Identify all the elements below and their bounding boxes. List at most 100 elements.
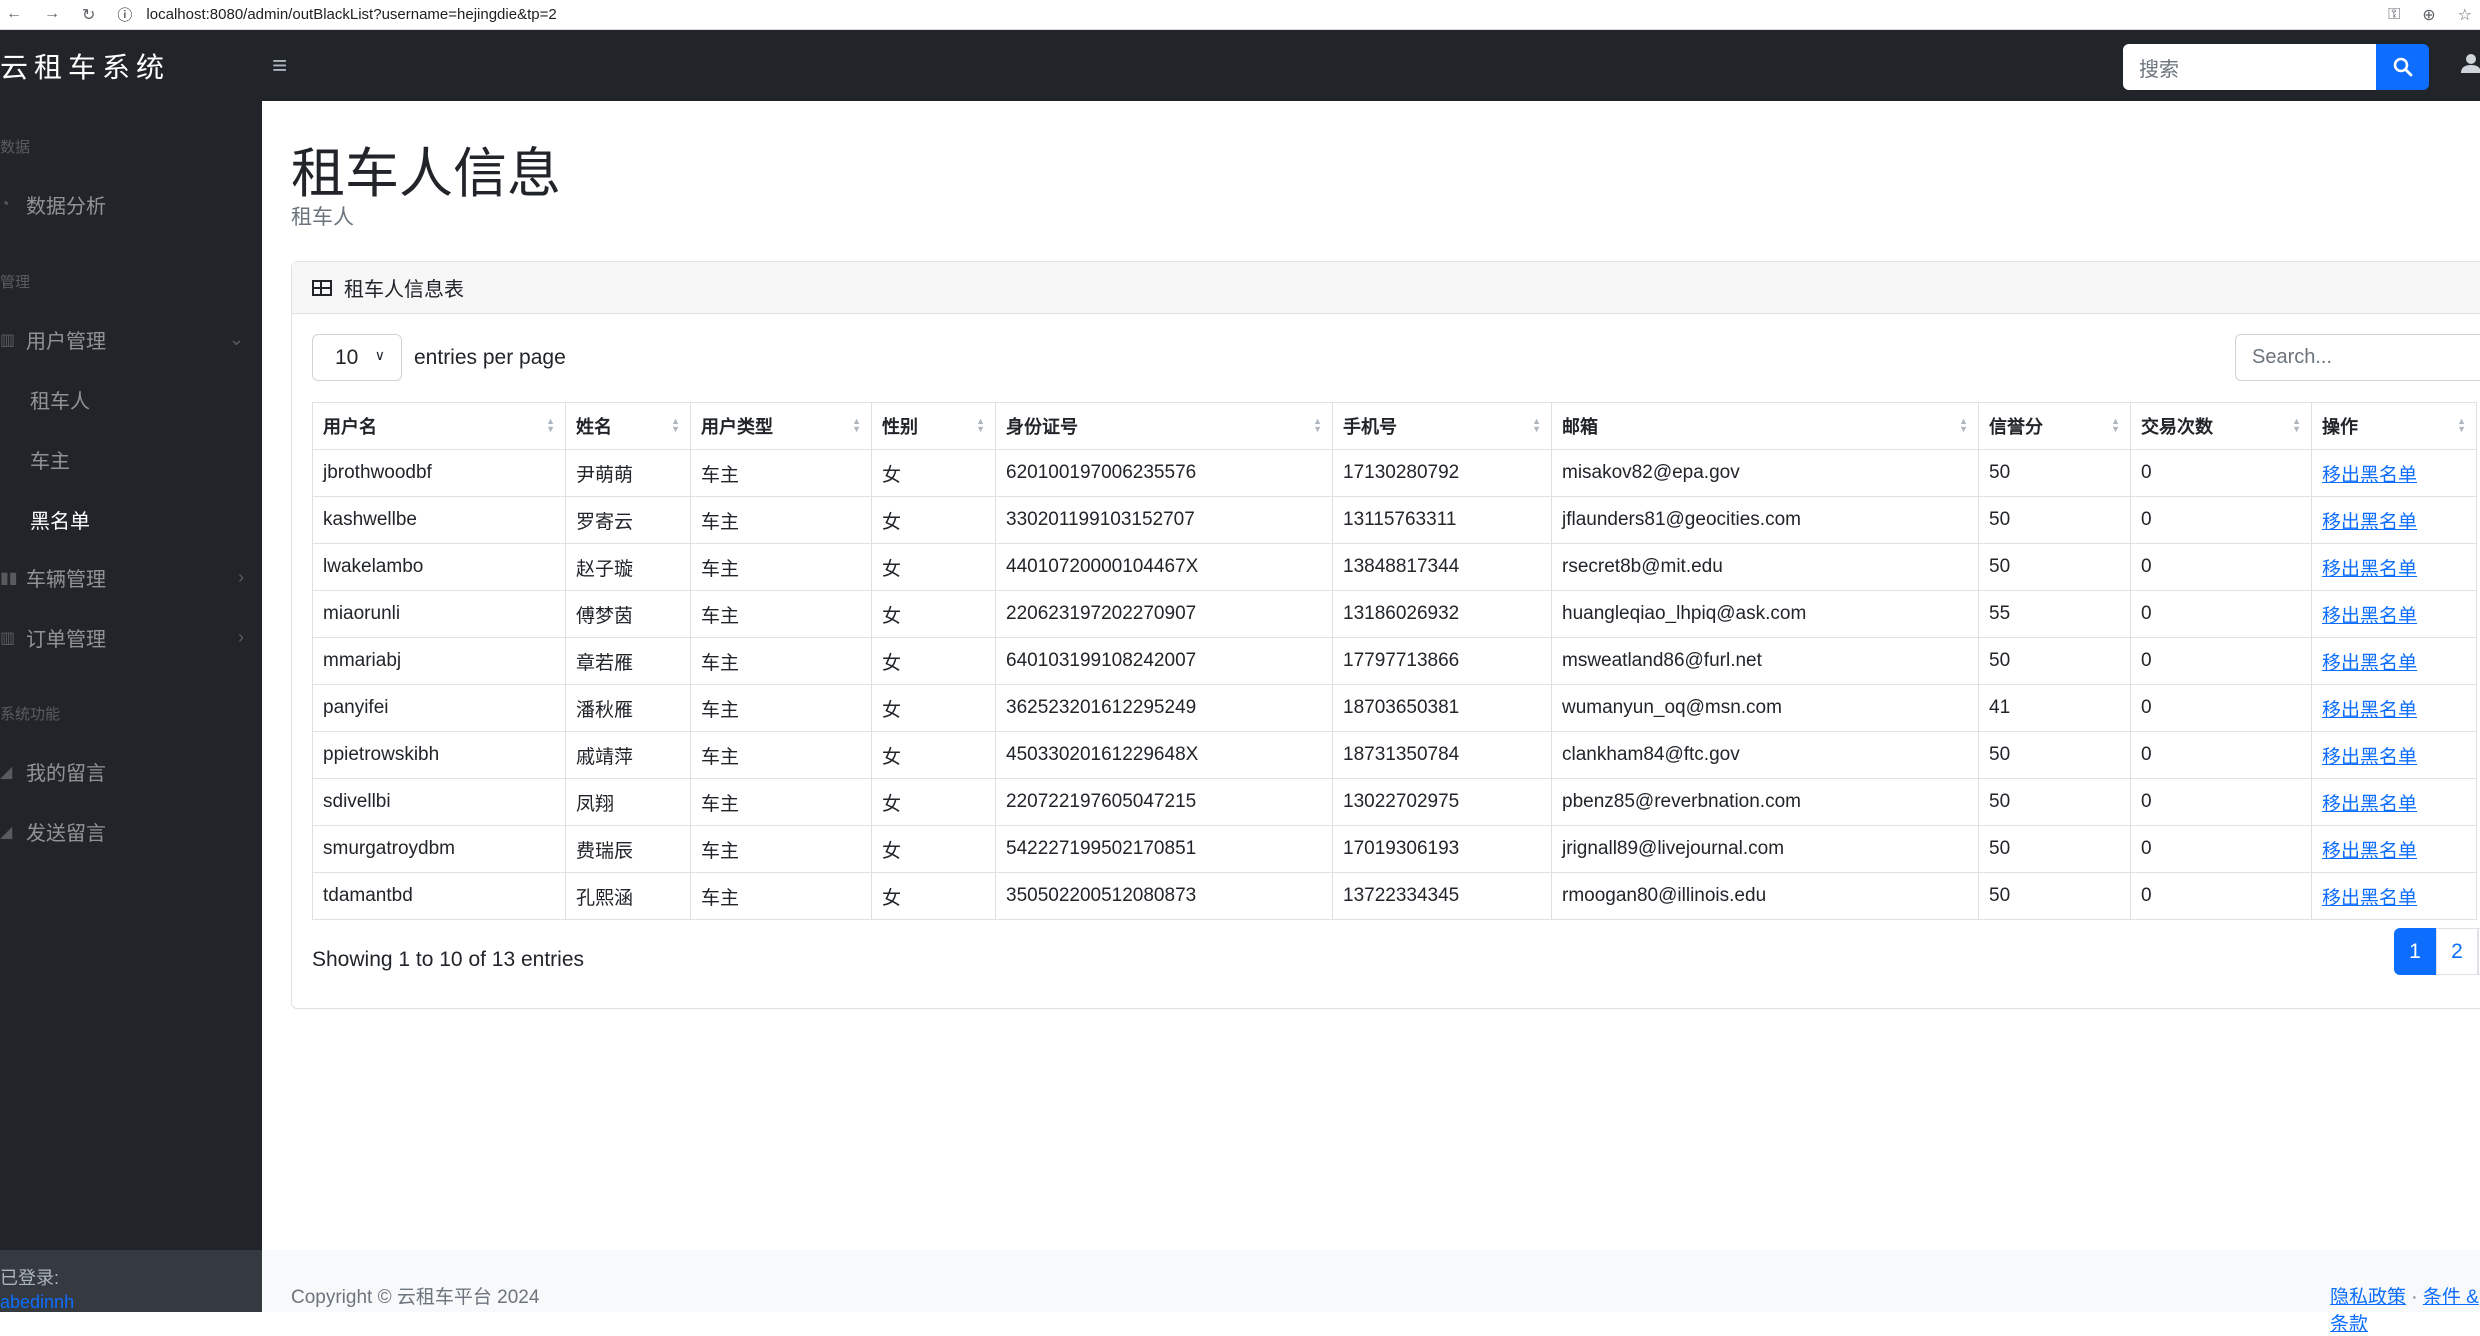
column-header[interactable]: 身份证号 ▲ ▼ bbox=[995, 402, 1333, 450]
column-header[interactable]: 操作 ▲ ▼ bbox=[2311, 402, 2477, 450]
remove-from-blacklist-link[interactable]: 移出黑名单 bbox=[2322, 747, 2417, 768]
table-cell: 50 bbox=[1978, 637, 2131, 685]
remove-from-blacklist-link[interactable]: 移出黑名单 bbox=[2322, 794, 2417, 815]
sort-icon: ▲ ▼ bbox=[852, 416, 861, 434]
zoom-icon[interactable]: ⊕ bbox=[2422, 5, 2435, 25]
logged-in-username[interactable]: abedinnh bbox=[0, 1292, 262, 1313]
sidebar-item-label: 发送留言 bbox=[26, 823, 106, 845]
address-bar[interactable]: ⓘ localhost:8080/admin/outBlackList?user… bbox=[117, 4, 556, 25]
remove-from-blacklist-link[interactable]: 移出黑名单 bbox=[2322, 512, 2417, 533]
back-icon[interactable]: ← bbox=[6, 5, 22, 25]
chevron-down-icon: ⌄ bbox=[228, 329, 244, 349]
remove-from-blacklist-link[interactable]: 移出黑名单 bbox=[2322, 700, 2417, 721]
chevron-down-icon: ∨ bbox=[374, 347, 385, 363]
table-cell: 女 bbox=[871, 496, 996, 544]
table-cell: 女 bbox=[871, 731, 996, 779]
column-header[interactable]: 用户名 ▲ ▼ bbox=[312, 402, 566, 450]
sidebar-item-label: 我的留言 bbox=[26, 763, 106, 785]
table-cell: 车主 bbox=[690, 684, 872, 732]
table-cell: lwakelambo bbox=[312, 543, 566, 591]
key-icon[interactable]: ⚿ bbox=[2388, 6, 2400, 24]
column-header[interactable]: 性别 ▲ ▼ bbox=[871, 402, 996, 450]
table-cell: 350502200512080873 bbox=[995, 872, 1333, 920]
entries-per-page-select[interactable]: 10 ∨ bbox=[312, 334, 402, 381]
sidebar-item-user-management[interactable]: ▥ 用户管理 ⌄ bbox=[0, 325, 262, 354]
table-cell: 傅梦茵 bbox=[565, 590, 691, 638]
column-header[interactable]: 邮箱 ▲ ▼ bbox=[1551, 402, 1979, 450]
column-header[interactable]: 信誉分 ▲ ▼ bbox=[1978, 402, 2131, 450]
table-cell: 车主 bbox=[690, 496, 872, 544]
page-2-button[interactable]: 2 bbox=[2436, 928, 2478, 975]
table-search-input[interactable]: Search... bbox=[2235, 334, 2480, 381]
table-cell: huangleqiao_lhpiq@ask.com bbox=[1551, 590, 1979, 638]
sidebar-item-analysis[interactable]: ◔ 数据分析 bbox=[0, 190, 262, 219]
sidebar-toggle-icon[interactable]: ≡ bbox=[272, 50, 287, 81]
chevron-right-icon: › bbox=[238, 567, 244, 587]
sidebar-item-label: 车辆管理 bbox=[26, 569, 106, 591]
action-cell: 移出黑名单 bbox=[2311, 496, 2477, 544]
dashboard-icon: ◔ bbox=[0, 195, 10, 213]
sidebar-item-my-messages[interactable]: ◢ 我的留言 bbox=[0, 757, 262, 786]
navbar-search-button[interactable] bbox=[2376, 44, 2429, 90]
sidebar-subitem-renter[interactable]: 租车人 bbox=[30, 385, 90, 414]
sidebar-item-order-management[interactable]: ▥ 订单管理 › bbox=[0, 623, 262, 652]
table-row: kashwellbe 罗寄云 车主女 330201199103152707 131157… bbox=[312, 496, 2477, 544]
privacy-link[interactable]: 隐私政策 bbox=[2330, 1287, 2406, 1308]
sidebar-subitem-blacklist[interactable]: 黑名单 bbox=[30, 505, 90, 534]
table-cell: miaorunli bbox=[312, 590, 566, 638]
table-cell: 车主 bbox=[690, 731, 872, 779]
table-cell: 13022702975 bbox=[1332, 778, 1552, 826]
table-cell: 542227199502170851 bbox=[995, 825, 1333, 873]
table-cell: 0 bbox=[2130, 449, 2312, 497]
user-icon[interactable] bbox=[2460, 52, 2480, 81]
table-cell: 55 bbox=[1978, 590, 2131, 638]
star-icon[interactable]: ☆ bbox=[2458, 5, 2472, 25]
page-1-button[interactable]: 1 bbox=[2394, 928, 2436, 975]
browser-toolbar: ← → ↻ ⓘ localhost:8080/admin/outBlackLis… bbox=[0, 0, 2480, 30]
sidebar-heading-manage: 管理 bbox=[0, 274, 31, 291]
card-title: 租车人信息表 bbox=[344, 279, 464, 301]
remove-from-blacklist-link[interactable]: 移出黑名单 bbox=[2322, 465, 2417, 486]
remove-from-blacklist-link[interactable]: 移出黑名单 bbox=[2322, 653, 2417, 674]
brand-title[interactable]: 云租车系统 bbox=[0, 46, 262, 86]
sidebar-footer: 已登录: abedinnh bbox=[0, 1250, 262, 1312]
logged-in-label: 已登录: bbox=[0, 1268, 60, 1288]
site-info-icon[interactable]: ⓘ bbox=[117, 4, 132, 25]
remove-from-blacklist-link[interactable]: 移出黑名单 bbox=[2322, 606, 2417, 627]
column-header[interactable]: 用户类型 ▲ ▼ bbox=[690, 402, 872, 450]
table-cell: rmoogan80@illinois.edu bbox=[1551, 872, 1979, 920]
table-cell: 潘秋雁 bbox=[565, 684, 691, 732]
sort-icon: ▲ ▼ bbox=[2111, 416, 2120, 434]
column-header[interactable]: 手机号 ▲ ▼ bbox=[1332, 402, 1552, 450]
column-header[interactable]: 姓名 ▲ ▼ bbox=[565, 402, 691, 450]
table-cell: 362523201612295249 bbox=[995, 684, 1333, 732]
table-row: panyifei 潘秋雁 车主女 362523201612295249 18703650… bbox=[312, 684, 2477, 732]
navbar-search-input[interactable]: 搜索 bbox=[2123, 44, 2376, 90]
sidebar-item-vehicle-management[interactable]: ▮▮ 车辆管理 › bbox=[0, 563, 262, 592]
remove-from-blacklist-link[interactable]: 移出黑名单 bbox=[2322, 841, 2417, 862]
columns-icon: ▥ bbox=[0, 331, 16, 349]
table-cell: 尹萌萌 bbox=[565, 449, 691, 497]
action-cell: 移出黑名单 bbox=[2311, 684, 2477, 732]
table-row: smurgatroydbm 费瑞辰 车主女 542227199502170851 170… bbox=[312, 825, 2477, 873]
remove-from-blacklist-link[interactable]: 移出黑名单 bbox=[2322, 559, 2417, 580]
table-cell: 0 bbox=[2130, 496, 2312, 544]
table-cell: 0 bbox=[2130, 684, 2312, 732]
table-row: lwakelambo 赵子璇 车主女 44010720000104467X 138488… bbox=[312, 543, 2477, 591]
forward-icon[interactable]: → bbox=[44, 5, 60, 25]
table-cell: 17797713866 bbox=[1332, 637, 1552, 685]
column-header[interactable]: 交易次数 ▲ ▼ bbox=[2130, 402, 2312, 450]
sort-icon: ▲ ▼ bbox=[671, 416, 680, 434]
remove-from-blacklist-link[interactable]: 移出黑名单 bbox=[2322, 888, 2417, 909]
sidebar-item-send-message[interactable]: ◢ 发送留言 bbox=[0, 817, 262, 846]
table-header-row: 用户名 ▲ ▼ 姓名 ▲ ▼ 用户类型 ▲ ▼ 性别 ▲ ▼ 身份证号 ▲ ▼ 手机号 ▲ ▼ 邮箱 ▲ ▼… bbox=[312, 402, 2477, 450]
table-cell: 620100197006235576 bbox=[995, 449, 1333, 497]
table-cell: 车主 bbox=[690, 778, 872, 826]
table-cell: 41 bbox=[1978, 684, 2131, 732]
table-cell: 50 bbox=[1978, 543, 2131, 591]
reload-icon[interactable]: ↻ bbox=[82, 5, 95, 25]
table-cell: 车主 bbox=[690, 872, 872, 920]
main-content: 租车人信息 租车人 租车人信息表 10 ∨ entries per page S… bbox=[262, 101, 2480, 1312]
sidebar-subitem-owner[interactable]: 车主 bbox=[30, 445, 70, 474]
table-cell: 女 bbox=[871, 543, 996, 591]
